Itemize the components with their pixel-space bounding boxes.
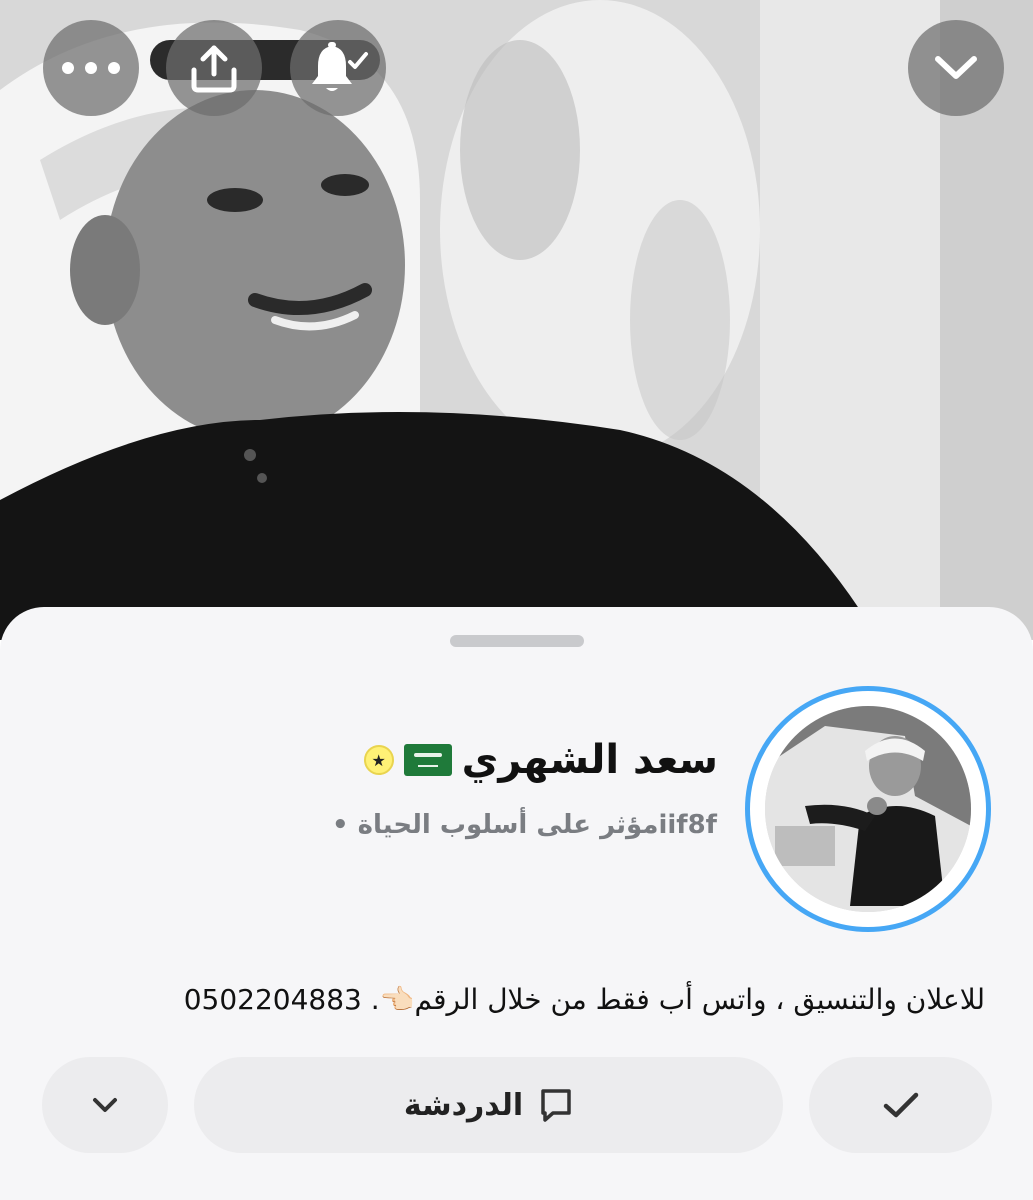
star-badge-icon[interactable]: ★: [363, 745, 394, 775]
chat-button-label: الدردشة: [403, 1087, 524, 1123]
profile-sheet: سعد الشهري ★ iif8fمؤثر على أسلوب الحياة …: [0, 607, 1033, 1200]
chat-bubble-icon: [541, 1089, 571, 1122]
profile-name-row: سعد الشهري ★: [363, 737, 718, 783]
share-upload-icon: [191, 45, 237, 93]
avatar-image: [765, 706, 971, 912]
ellipsis-icon: [62, 62, 120, 74]
profile-name: سعد الشهري: [461, 737, 718, 783]
sheet-grabber[interactable]: [450, 635, 584, 647]
more-actions-button[interactable]: [42, 1057, 168, 1153]
avatar[interactable]: [745, 686, 991, 932]
cover-photo-image: [0, 0, 1033, 640]
profile-bio: للاعلان والتنسيق ، واتس أب فقط من خلال ا…: [183, 983, 985, 1016]
more-options-button[interactable]: [43, 20, 139, 116]
chevron-down-icon: [93, 1098, 117, 1112]
notifications-button[interactable]: [290, 20, 386, 116]
bell-check-icon: [312, 42, 368, 91]
saudi-flag-icon: [403, 744, 452, 776]
collapse-button[interactable]: [908, 20, 1004, 116]
chat-button[interactable]: الدردشة: [194, 1057, 783, 1153]
checkmark-icon: [883, 1092, 918, 1118]
share-button[interactable]: [166, 20, 262, 116]
profile-cover-photo: [0, 0, 1033, 640]
profile-subtitle: iif8fمؤثر على أسلوب الحياة •: [331, 810, 717, 840]
chevron-down-icon: [935, 56, 977, 79]
following-button[interactable]: [809, 1057, 992, 1153]
